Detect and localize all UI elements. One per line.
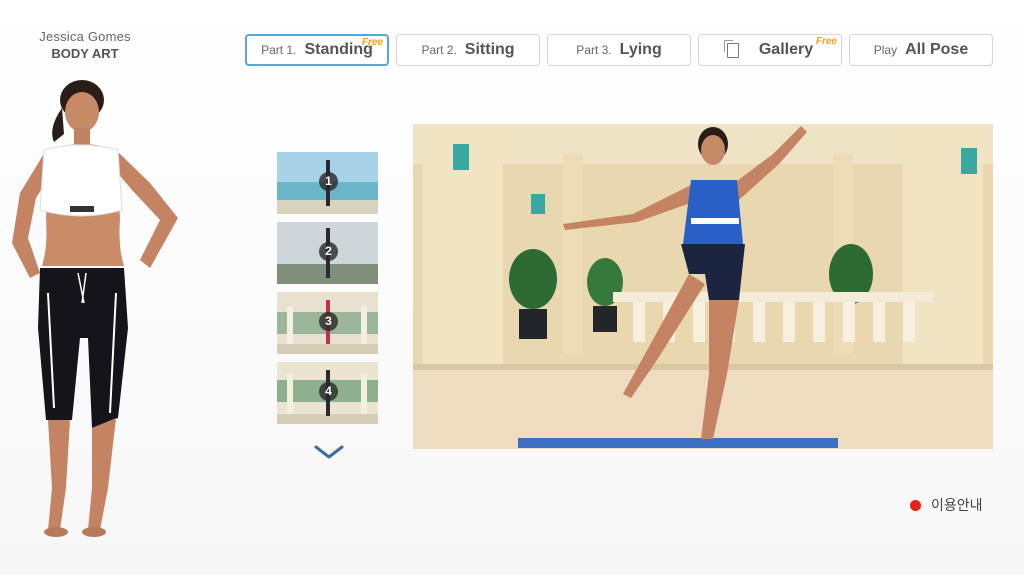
- thumbnail-number: 4: [319, 382, 338, 401]
- pose-thumbnail[interactable]: 3: [277, 292, 378, 354]
- pose-thumbnail-list: 1 2 3 4: [277, 152, 378, 432]
- brand: Jessica Gomes BODY ART: [20, 29, 150, 61]
- tab-prefix: Play: [873, 43, 898, 57]
- free-badge: Free: [815, 36, 837, 47]
- thumbnail-number: 3: [319, 312, 338, 331]
- tab-all-pose[interactable]: Play All Pose: [849, 34, 993, 66]
- tab-label: Sitting: [464, 41, 515, 58]
- app-frame: Jessica Gomes BODY ART Part 1. Standing …: [0, 0, 1024, 575]
- tab-bar: Part 1. Standing Free Part 2. Sitting Pa…: [245, 34, 993, 66]
- tab-label: All Pose: [905, 41, 969, 58]
- pose-thumbnail[interactable]: 2: [277, 222, 378, 284]
- record-dot-icon: [910, 499, 921, 511]
- free-badge: Free: [361, 37, 383, 48]
- pose-video[interactable]: [413, 124, 993, 449]
- usage-guide-label: 이용안내: [931, 497, 983, 513]
- tab-prefix: Part 2.: [421, 43, 457, 57]
- chevron-down-icon[interactable]: [314, 444, 344, 460]
- tab-standing[interactable]: Part 1. Standing Free: [245, 34, 389, 66]
- tab-lying[interactable]: Part 3. Lying: [547, 34, 691, 66]
- gallery-icon: [723, 39, 739, 58]
- tab-label: Gallery: [758, 41, 814, 58]
- thumbnail-number: 1: [319, 172, 338, 191]
- brand-name: Jessica Gomes: [39, 29, 131, 44]
- tab-prefix: Part 1.: [261, 43, 297, 57]
- pose-thumbnail[interactable]: 4: [277, 362, 378, 424]
- instructor-image: [12, 80, 178, 537]
- tab-label: Lying: [619, 41, 662, 58]
- thumbnail-number: 2: [319, 242, 338, 261]
- usage-guide-button[interactable]: 이용안내: [910, 495, 983, 515]
- tab-gallery[interactable]: Gallery Free: [698, 34, 842, 66]
- tab-prefix: Part 3.: [576, 43, 612, 57]
- brand-title: BODY ART: [51, 46, 119, 61]
- pose-thumbnail[interactable]: 1: [277, 152, 378, 214]
- tab-sitting[interactable]: Part 2. Sitting: [396, 34, 540, 66]
